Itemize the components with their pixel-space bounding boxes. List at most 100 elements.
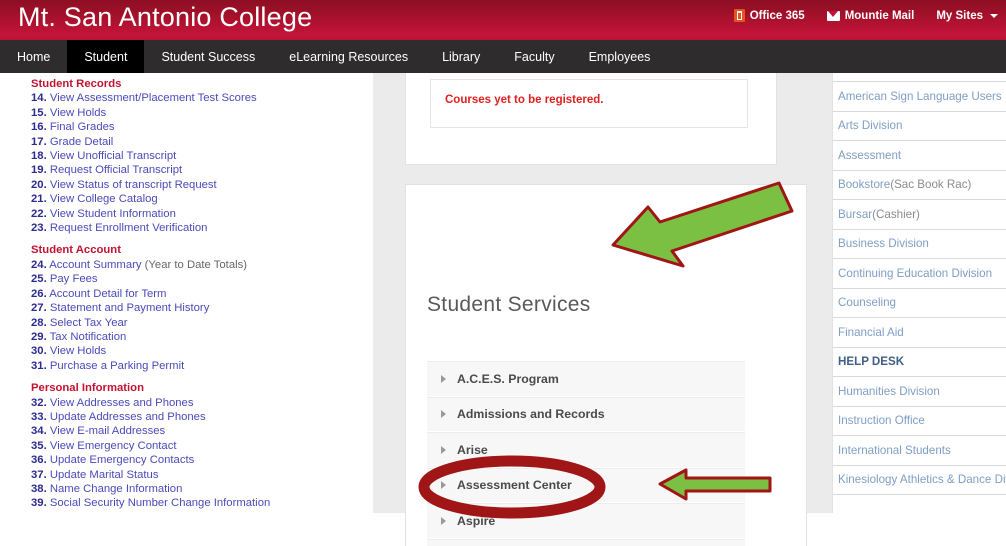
sidebar-link-row[interactable]: Assessment [833, 141, 1006, 171]
menu-item[interactable]: 21. View College Catalog [31, 192, 371, 206]
menu-item-link[interactable]: Request Official Transcript [50, 164, 182, 176]
menu-item-link[interactable]: View Holds [50, 345, 106, 357]
nav-item-student[interactable]: Student [67, 40, 145, 73]
nav-item-home[interactable]: Home [0, 40, 67, 73]
menu-item-link[interactable]: Statement and Payment History [50, 302, 210, 314]
service-accordion-label: Aspire [457, 513, 496, 528]
menu-item-link[interactable]: View E-mail Addresses [50, 425, 165, 437]
menu-item-number: 39. [31, 497, 47, 510]
chevron-right-icon [441, 516, 446, 525]
nav-item-student-success[interactable]: Student Success [144, 40, 272, 73]
sidebar-link-row[interactable]: Bookstore (Sac Book Rac) [833, 171, 1006, 200]
menu-item-link[interactable]: View College Catalog [50, 193, 158, 205]
menu-item[interactable]: 15. View Holds [31, 106, 371, 120]
menu-item[interactable]: 33. Update Addresses and Phones [31, 410, 371, 424]
menu-item-number: 27. [31, 302, 47, 315]
menu-item[interactable]: 28. Select Tax Year [31, 316, 371, 330]
menu-item[interactable]: 30. View Holds [31, 344, 371, 358]
service-accordion-item[interactable]: Aspire [427, 503, 745, 539]
nav-item-list: Home Student Student Success eLearning Reso… [0, 40, 667, 73]
menu-item-link[interactable]: Update Marital Status [50, 469, 159, 481]
nav-item-library[interactable]: Library [425, 40, 497, 73]
menu-item[interactable]: 14. View Assessment/Placement Test Score… [31, 91, 371, 105]
nav-item-employees[interactable]: Employees [572, 40, 668, 73]
nav-item-label: Student Success [161, 49, 256, 64]
menu-item-link[interactable]: Tax Notification [50, 331, 127, 343]
sidebar-link-row[interactable]: Instruction Office [833, 407, 1006, 436]
sidebar-link-row[interactable]: Financial Aid [833, 318, 1006, 348]
service-accordion-item[interactable]: Arise [427, 432, 745, 468]
menu-item-number: 38. [31, 482, 47, 495]
menu-item[interactable]: 27. Statement and Payment History [31, 301, 371, 315]
office365-link[interactable]: Office 365 [733, 9, 805, 22]
sidebar-link-row[interactable]: International Students [833, 436, 1006, 466]
service-accordion-item[interactable]: A.C.E.S. Program [427, 361, 745, 397]
menu-item-link[interactable]: Final Grades [50, 121, 115, 133]
menu-item-link[interactable]: Update Addresses and Phones [50, 411, 206, 423]
mountie-mail-link[interactable]: Mountie Mail [826, 10, 914, 22]
service-accordion-item[interactable]: Admissions and Records [427, 396, 745, 432]
my-sites-label: My Sites [936, 9, 983, 22]
menu-item[interactable]: 34. View E-mail Addresses [31, 424, 371, 438]
sidebar-link-row[interactable]: Bursar (Cashier) [833, 200, 1006, 230]
nav-item-elearning-resources[interactable]: eLearning Resources [272, 40, 425, 73]
menu-item[interactable]: 35. View Emergency Contact [31, 439, 371, 453]
menu-item[interactable]: 32. View Addresses and Phones [31, 396, 371, 410]
mail-icon [826, 10, 840, 21]
menu-item-link[interactable]: Update Emergency Contacts [50, 454, 194, 466]
sidebar-link-row[interactable]: Arts Division [833, 112, 1006, 141]
menu-item[interactable]: 18. View Unofficial Transcript [31, 149, 371, 163]
nav-item-faculty[interactable]: Faculty [497, 40, 571, 73]
menu-item[interactable]: 22. View Student Information [31, 207, 371, 221]
registration-card: Courses yet to be registered. [405, 73, 777, 165]
menu-item-link[interactable]: Account Summary [49, 259, 141, 271]
menu-item[interactable]: 26. Account Detail for Term [31, 287, 371, 301]
menu-group-heading: Student Account [31, 244, 121, 257]
service-accordion-item[interactable]: Assessment Center [427, 467, 745, 503]
menu-item-link[interactable]: Request Enrollment Verification [50, 222, 208, 234]
sidebar-link-label: Humanities Division [838, 384, 940, 398]
menu-item-number: 15. [31, 106, 47, 119]
menu-item[interactable]: 24. Account Summary (Year to Date Totals… [31, 258, 371, 272]
menu-item[interactable]: 37. Update Marital Status [31, 468, 371, 482]
menu-item[interactable]: 36. Update Emergency Contacts [31, 453, 371, 467]
menu-item-link[interactable]: View Status of transcript Request [50, 179, 217, 191]
menu-item[interactable]: 25. Pay Fees [31, 272, 371, 286]
menu-item-link[interactable]: Grade Detail [50, 136, 113, 148]
sidebar-link-row[interactable]: Humanities Division [833, 377, 1006, 407]
menu-item[interactable]: 23. Request Enrollment Verification [31, 221, 371, 235]
menu-item[interactable]: 38. Name Change Information [31, 482, 371, 496]
menu-item-number: 16. [31, 121, 47, 134]
menu-item[interactable]: 29. Tax Notification [31, 330, 371, 344]
menu-item[interactable]: 17. Grade Detail [31, 135, 371, 149]
menu-item[interactable]: 39. Social Security Number Change Inform… [31, 496, 371, 510]
service-accordion-item[interactable]: Bridge Program [427, 538, 745, 546]
sidebar-link-row[interactable]: HELP DESK [833, 348, 1006, 377]
sidebar-link-row[interactable]: Continuing Education Division [833, 259, 1006, 289]
sidebar-link-row[interactable]: Business Division [833, 230, 1006, 259]
menu-item-link[interactable]: View Addresses and Phones [50, 397, 194, 409]
sidebar-link-row[interactable]: Counseling [833, 289, 1006, 318]
menu-item-link[interactable]: View Student Information [50, 208, 176, 220]
sidebar-link-row[interactable]: American Sign Language Users [833, 82, 1006, 112]
menu-item[interactable]: 16. Final Grades [31, 120, 371, 134]
menu-item[interactable]: 19. Request Official Transcript [31, 163, 371, 177]
menu-item-number: 25. [31, 273, 47, 286]
menu-item[interactable]: 31. Purchase a Parking Permit [31, 359, 371, 373]
menu-item-link[interactable]: Social Security Number Change Informatio… [50, 497, 270, 509]
menu-item-link[interactable]: View Emergency Contact [50, 440, 177, 452]
menu-item-link[interactable]: Purchase a Parking Permit [50, 360, 184, 372]
menu-item-link[interactable]: View Holds [50, 107, 106, 119]
menu-item-link[interactable]: View Unofficial Transcript [50, 150, 176, 162]
menu-item-link[interactable]: Select Tax Year [50, 317, 128, 329]
nav-item-label: Home [17, 49, 51, 64]
sidebar-link-row[interactable]: Kinesiology Athletics & Dance Divis [833, 466, 1006, 495]
menu-item-link[interactable]: Account Detail for Term [49, 288, 166, 300]
menu-item-link[interactable]: Pay Fees [50, 273, 98, 285]
student-services-card: Student Services A.C.E.S. Program Admissi… [405, 184, 807, 546]
my-sites-menu[interactable]: My Sites [936, 10, 998, 22]
menu-item-link[interactable]: Name Change Information [50, 483, 183, 495]
menu-item-link[interactable]: View Assessment/Placement Test Scores [50, 92, 257, 104]
menu-item[interactable]: 20. View Status of transcript Request [31, 178, 371, 192]
service-accordion-label: Arise [457, 442, 488, 457]
